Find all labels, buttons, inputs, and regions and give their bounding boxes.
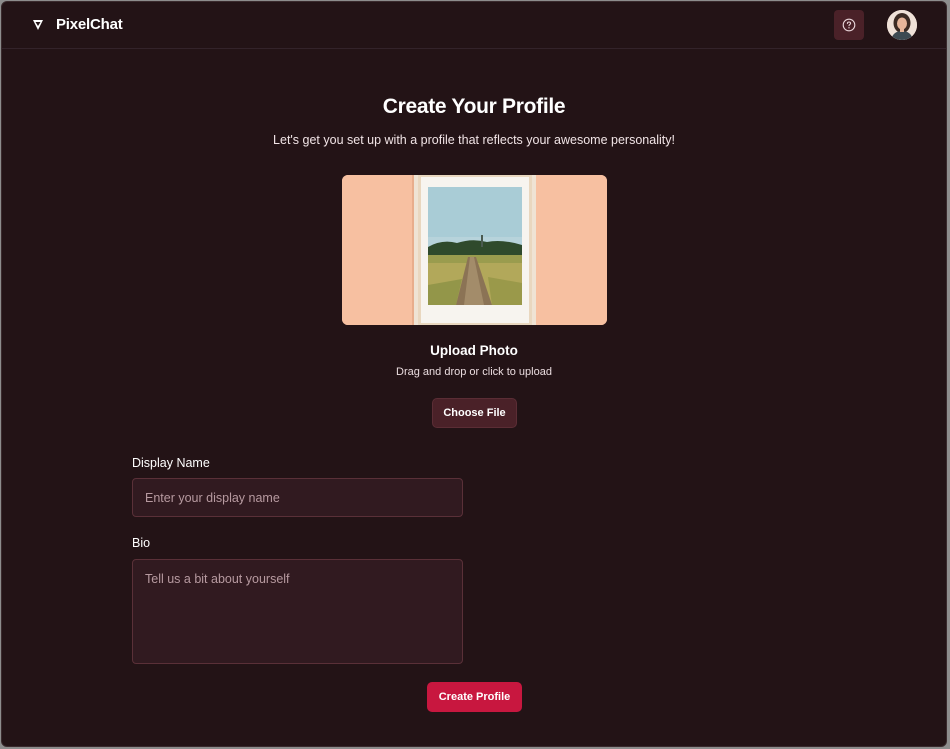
- upload-photo-heading: Upload Photo: [430, 343, 518, 358]
- choose-file-button[interactable]: Choose File: [432, 398, 517, 428]
- display-name-input[interactable]: [132, 478, 463, 517]
- page-subtitle: Let's get you set up with a profile that…: [273, 133, 675, 147]
- avatar-image: [887, 10, 917, 40]
- upload-photo-hint: Drag and drop or click to upload: [396, 366, 552, 378]
- triangle-logo-icon: [33, 20, 43, 30]
- bio-label: Bio: [132, 536, 151, 550]
- bio-textarea[interactable]: [132, 559, 463, 664]
- top-bar: PixelChat: [2, 2, 946, 49]
- framed-landscape-image: [342, 175, 607, 325]
- app-window: PixelChat Create Your Profile Let's get …: [1, 1, 947, 747]
- app-title: PixelChat: [56, 16, 123, 33]
- help-button[interactable]: [834, 10, 864, 40]
- user-avatar[interactable]: [887, 10, 917, 40]
- create-profile-button[interactable]: Create Profile: [427, 682, 522, 712]
- upload-photo-preview[interactable]: [342, 175, 607, 325]
- page-title: Create Your Profile: [382, 95, 566, 118]
- question-circle-icon: [842, 18, 856, 32]
- display-name-label: Display Name: [132, 456, 210, 470]
